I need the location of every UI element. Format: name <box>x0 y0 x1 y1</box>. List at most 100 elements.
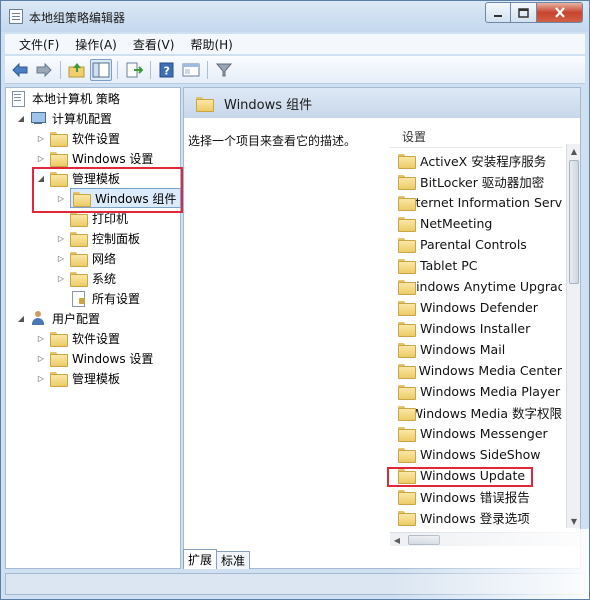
list-item[interactable]: Windows Installer <box>398 318 562 339</box>
tree-item-all-settings[interactable]: 所有设置 <box>70 288 140 308</box>
filter-icon[interactable] <box>213 59 235 81</box>
list-item-label: Windows Defender <box>420 300 538 315</box>
expand-arrow-icon[interactable]: ▷ <box>56 253 66 263</box>
list-item[interactable]: Internet Information Serv <box>398 192 562 213</box>
expand-arrow-icon[interactable]: ▷ <box>56 273 66 283</box>
tree-item-label: 软件设置 <box>72 331 121 346</box>
list-item-label: Windows Media Player <box>420 384 561 399</box>
folder-icon <box>70 271 88 287</box>
folder-icon <box>398 343 416 358</box>
list-item[interactable]: Windows Media 数字权限 <box>398 402 562 423</box>
column-header-settings[interactable]: 设置 <box>390 126 562 148</box>
title-bar[interactable]: 本地组策略编辑器 <box>1 1 589 32</box>
scroll-down-icon[interactable]: ▼ <box>567 514 581 528</box>
tree-item-software-settings[interactable]: ▷ 软件设置 <box>36 128 120 148</box>
folder-icon <box>398 322 416 337</box>
folder-icon <box>398 385 416 400</box>
details-header: Windows 组件 <box>184 88 580 118</box>
tree-item-computer-config[interactable]: ◢ 计算机配置 <box>16 108 112 128</box>
export-list-icon[interactable] <box>123 59 145 81</box>
folder-icon <box>398 511 416 526</box>
list-item-label: Windows Mail <box>420 342 506 357</box>
tree-item-user-config[interactable]: ◢ 用户配置 <box>16 308 100 328</box>
list-item-label: Windows Media Center <box>418 363 562 378</box>
menu-help[interactable]: 帮助(H) <box>182 36 240 53</box>
tree-item-label: 管理模板 <box>72 371 121 386</box>
properties-icon[interactable] <box>180 59 202 81</box>
menu-file[interactable]: 文件(F) <box>11 36 67 53</box>
list-item[interactable]: Windows Messenger <box>398 423 562 444</box>
window-controls <box>485 2 583 23</box>
tree-item-label: Windows 设置 <box>72 351 154 366</box>
tree-item-system[interactable]: ▷ 系统 <box>56 268 116 288</box>
tree-item-network[interactable]: ▷ 网络 <box>56 248 116 268</box>
settings-doc-icon <box>70 290 86 307</box>
menu-view[interactable]: 查看(V) <box>125 36 183 53</box>
collapse-arrow-icon[interactable]: ◢ <box>16 113 26 123</box>
forward-icon[interactable] <box>33 59 55 81</box>
list-item[interactable]: Windows Defender <box>398 297 562 318</box>
expand-arrow-icon[interactable]: ▷ <box>36 373 46 383</box>
svg-text:?: ? <box>164 64 170 77</box>
close-button[interactable] <box>537 2 583 23</box>
list-item[interactable]: Windows SideShow <box>398 444 562 465</box>
back-icon[interactable] <box>9 59 31 81</box>
toolbar-separator <box>207 60 208 79</box>
folder-icon <box>398 154 416 169</box>
maximize-button[interactable] <box>511 2 537 23</box>
list-item-label: Parental Controls <box>420 237 527 252</box>
minimize-button[interactable] <box>485 2 511 23</box>
list-item[interactable]: Windows 登录选项 <box>398 507 562 528</box>
policy-icon <box>10 90 26 107</box>
expand-arrow-icon[interactable]: ▷ <box>36 333 46 343</box>
list-item[interactable]: Windows 错误报告 <box>398 486 562 507</box>
list-item[interactable]: Windows Media Center <box>398 360 562 381</box>
list-item-label: Windows Installer <box>420 321 531 336</box>
tree-item-label: Windows 设置 <box>72 151 154 166</box>
folder-icon <box>398 364 416 379</box>
scroll-up-icon[interactable]: ▲ <box>567 144 581 158</box>
list-item[interactable]: Windows Media Player <box>398 381 562 402</box>
tree-item-user-windows-settings[interactable]: ▷ Windows 设置 <box>36 348 153 368</box>
tree-item-windows-settings[interactable]: ▷ Windows 设置 <box>36 148 153 168</box>
app-icon <box>9 9 23 24</box>
list-item-label: Windows 错误报告 <box>420 490 530 505</box>
scroll-thumb[interactable] <box>569 160 579 284</box>
help-icon[interactable]: ? <box>156 59 178 81</box>
view-tabs: 扩展 标准 <box>183 549 251 569</box>
tab-extended[interactable]: 扩展 <box>183 549 218 569</box>
tab-standard[interactable]: 标准 <box>216 551 251 569</box>
expand-arrow-icon[interactable]: ▷ <box>36 153 46 163</box>
folder-icon <box>398 217 416 232</box>
up-folder-icon[interactable] <box>66 59 88 81</box>
list-item[interactable]: NetMeeting <box>398 213 562 234</box>
tree-item-user-admin-templates[interactable]: ▷ 管理模板 <box>36 368 120 388</box>
collapse-arrow-icon[interactable]: ◢ <box>16 313 26 323</box>
list-item[interactable]: Tablet PC <box>398 255 562 276</box>
folder-icon <box>398 238 416 253</box>
menu-bar: 文件(F) 操作(A) 查看(V) 帮助(H) <box>5 34 585 54</box>
expand-arrow-icon[interactable]: ▷ <box>56 233 66 243</box>
folder-icon <box>196 96 214 112</box>
vertical-scrollbar[interactable]: ▲ ▼ <box>566 144 580 528</box>
list-item-label: Windows Messenger <box>420 426 548 441</box>
tree-item-label: 计算机配置 <box>52 111 113 126</box>
list-item-label: Windows Media 数字权限 <box>410 406 562 421</box>
expand-arrow-icon[interactable]: ▷ <box>36 133 46 143</box>
list-item[interactable]: Windows Anytime Upgrad <box>398 276 562 297</box>
list-item[interactable]: Parental Controls <box>398 234 562 255</box>
list-item[interactable]: ActiveX 安装程序服务 <box>398 150 562 171</box>
folder-icon <box>70 211 88 227</box>
tree-item-user-software-settings[interactable]: ▷ 软件设置 <box>36 328 120 348</box>
list-item[interactable]: BitLocker 驱动器加密 <box>398 171 562 192</box>
list-item-label: Windows SideShow <box>420 447 541 462</box>
list-item[interactable]: Windows Mail <box>398 339 562 360</box>
menu-action[interactable]: 操作(A) <box>67 36 125 53</box>
show-tree-icon[interactable] <box>90 58 112 81</box>
tree-item-control-panel[interactable]: ▷ 控制面板 <box>56 228 140 248</box>
tree-pane[interactable]: 本地计算机 策略 ◢ 计算机配置 ▷ 软件设置 ▷ Windows 设置 ◢ 管… <box>5 87 183 569</box>
folder-icon <box>398 448 416 463</box>
expand-arrow-icon[interactable]: ▷ <box>36 353 46 363</box>
tree-item-local-policy[interactable]: 本地计算机 策略 <box>10 88 120 108</box>
folder-icon <box>398 427 416 442</box>
